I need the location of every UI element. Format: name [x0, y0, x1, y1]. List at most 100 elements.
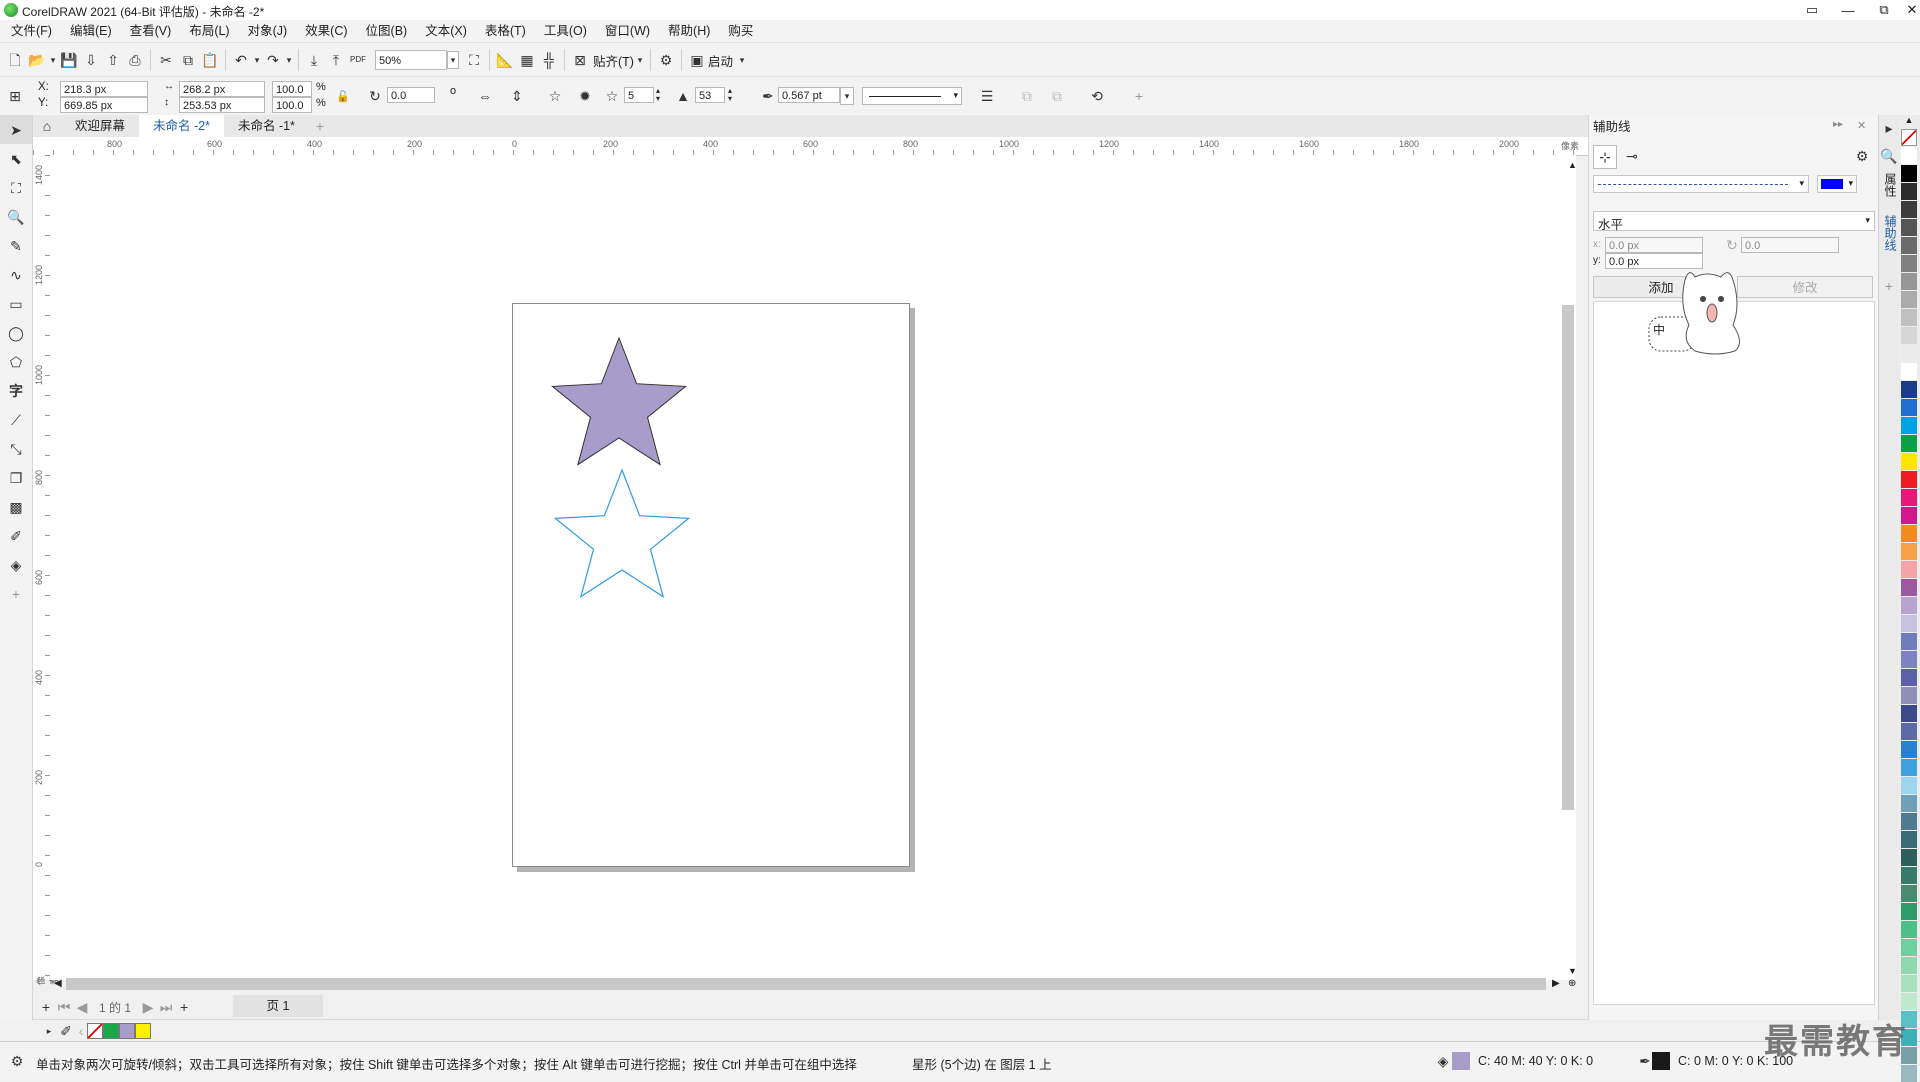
shape-tool-icon[interactable]: ⬉: [0, 144, 32, 173]
menu-window[interactable]: 窗口(W): [596, 20, 659, 42]
menu-text[interactable]: 文本(X): [416, 20, 476, 42]
quick-customize-icon[interactable]: +: [0, 579, 32, 608]
prev-page-icon[interactable]: ◀: [73, 996, 91, 1018]
palette-swatch[interactable]: [1901, 561, 1917, 578]
import-icon[interactable]: ⤓: [303, 49, 325, 71]
star-sharpness-input[interactable]: 53: [695, 87, 725, 103]
palette-swatch[interactable]: [1901, 309, 1917, 326]
palette-swatch[interactable]: [1901, 921, 1917, 938]
upload-cloud-icon[interactable]: ⇧: [102, 49, 124, 71]
transparency-tool-icon[interactable]: ▩: [0, 492, 32, 521]
home-icon[interactable]: ⌂: [33, 115, 61, 137]
height-input[interactable]: 253.53 px: [179, 97, 265, 113]
doc-color-swatch[interactable]: [135, 1023, 151, 1039]
guide-preset-icon[interactable]: ⊹: [1593, 145, 1617, 169]
zoom-navigator-icon[interactable]: ⊕: [1568, 978, 1576, 989]
scroll-left-icon[interactable]: ◀: [54, 978, 62, 989]
menu-bitmaps[interactable]: 位图(B): [357, 20, 417, 42]
tab-welcome-screen[interactable]: 欢迎屏幕: [61, 115, 139, 137]
menu-table[interactable]: 表格(T): [476, 20, 535, 42]
zoom-tool-icon[interactable]: 🔍: [0, 202, 32, 231]
palette-swatch[interactable]: [1901, 183, 1917, 200]
palette-swatch[interactable]: [1901, 219, 1917, 236]
open-folder-icon[interactable]: 📂: [26, 49, 48, 71]
doc-color-swatch[interactable]: [103, 1023, 119, 1039]
palette-swatch[interactable]: [1901, 975, 1917, 992]
guide-x-input[interactable]: 0.0 px: [1605, 237, 1703, 253]
palette-swatch[interactable]: [1901, 489, 1917, 506]
mirror-vertical-icon[interactable]: ⇕: [506, 85, 528, 107]
launch-label[interactable]: 启动: [708, 51, 733, 70]
to-back-icon[interactable]: ⧉: [1046, 85, 1068, 107]
ellipse-tool-icon[interactable]: ◯: [0, 318, 32, 347]
lock-ratio-icon[interactable]: 🔓: [332, 86, 354, 108]
palette-swatch[interactable]: [1901, 201, 1917, 218]
crop-tool-icon[interactable]: ⛶: [0, 173, 32, 202]
palette-expand-icon[interactable]: ▸: [41, 1020, 57, 1042]
drop-shadow-icon[interactable]: ❐: [0, 463, 32, 492]
copy-icon[interactable]: ⧉: [177, 49, 199, 71]
vertical-scrollbar[interactable]: [1562, 305, 1574, 810]
sharpness-spinner-icon[interactable]: ▴ ▾: [728, 87, 732, 103]
menu-effects[interactable]: 效果(C): [296, 20, 356, 42]
close-button[interactable]: ✕: [1894, 0, 1920, 20]
docker-close-icon[interactable]: ✕: [1857, 119, 1866, 132]
palette-no-color[interactable]: [1901, 129, 1917, 146]
export-icon[interactable]: ⤒: [325, 49, 347, 71]
document-page[interactable]: [512, 303, 910, 867]
outline-width-dropdown-icon[interactable]: ▾: [840, 87, 854, 105]
menu-file[interactable]: 文件(F): [2, 20, 61, 42]
palette-swatch[interactable]: [1901, 633, 1917, 650]
palette-swatch[interactable]: [1901, 741, 1917, 758]
palette-scroll-left-icon[interactable]: ‹: [75, 1020, 87, 1042]
outline-color-swatch[interactable]: [1652, 1052, 1670, 1070]
palette-swatch[interactable]: [1901, 867, 1917, 884]
last-page-icon[interactable]: ⏭: [157, 996, 175, 1018]
palette-swatch[interactable]: [1901, 597, 1917, 614]
palette-swatch[interactable]: [1901, 237, 1917, 254]
freehand-tool-icon[interactable]: ✎: [0, 231, 32, 260]
width-input[interactable]: 268.2 px: [179, 81, 265, 97]
zoom-level-input[interactable]: 50%: [375, 50, 447, 70]
interactive-fill-icon[interactable]: ◈: [0, 550, 32, 579]
object-origin-icon[interactable]: ⊞: [4, 85, 26, 107]
page-tab[interactable]: 页 1: [233, 995, 323, 1017]
horizontal-scrollbar[interactable]: [66, 978, 1546, 990]
palette-swatch[interactable]: [1901, 849, 1917, 866]
side-add-icon[interactable]: +: [1879, 275, 1899, 297]
side-search-icon[interactable]: 🔍: [1879, 145, 1899, 167]
palette-swatch[interactable]: [1901, 327, 1917, 344]
palette-up-icon[interactable]: ▲: [1898, 115, 1920, 129]
first-page-icon[interactable]: ⏮: [55, 996, 73, 1018]
complex-star-icon[interactable]: ✹: [574, 85, 596, 107]
guide-color-picker[interactable]: ▾: [1817, 175, 1857, 193]
rectangle-tool-icon[interactable]: ▭: [0, 289, 32, 318]
palette-swatch[interactable]: [1901, 993, 1917, 1010]
palette-swatch[interactable]: [1901, 165, 1917, 182]
tab-untitled-1[interactable]: 未命名 -1*: [224, 115, 309, 137]
redo-dropdown-icon[interactable]: ▾: [284, 49, 294, 71]
star-points-input[interactable]: 5: [624, 87, 654, 103]
print-icon[interactable]: ⎙: [124, 49, 146, 71]
palette-swatch[interactable]: [1901, 381, 1917, 398]
guide-list[interactable]: [1593, 301, 1875, 1005]
text-wrap-icon[interactable]: ☰: [976, 85, 998, 107]
palette-swatch[interactable]: [1901, 363, 1917, 380]
palette-swatch[interactable]: [1901, 723, 1917, 740]
tab-properties[interactable]: 属性: [1882, 173, 1899, 197]
show-rulers-icon[interactable]: 📐: [494, 49, 516, 71]
modify-guide-button[interactable]: 修改: [1737, 276, 1873, 298]
minimize-button[interactable]: —: [1830, 0, 1866, 20]
open-dropdown-icon[interactable]: ▾: [48, 49, 58, 71]
menu-buy[interactable]: 购买: [719, 20, 762, 42]
palette-swatch[interactable]: [1901, 615, 1917, 632]
cut-icon[interactable]: ✂: [155, 49, 177, 71]
options-gear-icon[interactable]: ⚙: [655, 49, 677, 71]
palette-swatch[interactable]: [1901, 435, 1917, 452]
guide-line-style-select[interactable]: ▾: [1593, 175, 1809, 193]
palette-swatch[interactable]: [1901, 579, 1917, 596]
palette-swatch[interactable]: [1901, 939, 1917, 956]
new-document-icon[interactable]: 🗋: [4, 49, 26, 71]
palette-swatch[interactable]: [1901, 687, 1917, 704]
palette-swatch[interactable]: [1901, 705, 1917, 722]
